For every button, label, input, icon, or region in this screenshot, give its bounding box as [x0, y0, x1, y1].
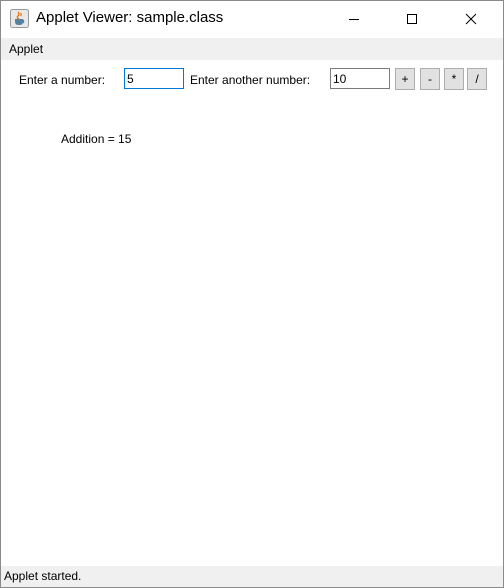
maximize-button[interactable]	[389, 1, 435, 36]
applet-viewer-window: Applet Viewer: sample.class Applet Enter…	[0, 0, 504, 588]
first-number-label: Enter a number:	[19, 73, 106, 87]
subtract-button[interactable]: -	[420, 68, 440, 90]
second-number-field[interactable]	[330, 68, 390, 89]
java-cup-icon[interactable]	[10, 9, 29, 28]
status-text: Applet started.	[4, 569, 82, 583]
second-number-label: Enter another number:	[190, 73, 311, 87]
minimize-button[interactable]	[331, 1, 377, 36]
menu-applet[interactable]: Applet	[9, 42, 43, 56]
window-title: Applet Viewer: sample.class	[36, 9, 224, 26]
minimize-icon	[349, 18, 359, 20]
applet-panel: Enter a number: Enter another number: + …	[1, 60, 503, 566]
first-number-field[interactable]	[124, 68, 184, 89]
status-bar: Applet started.	[1, 566, 503, 587]
close-icon	[465, 13, 477, 24]
multiply-button[interactable]: *	[444, 68, 464, 90]
divide-button[interactable]: /	[467, 68, 487, 90]
close-button[interactable]	[448, 1, 494, 36]
menu-bar: Applet	[1, 38, 503, 60]
title-bar[interactable]: Applet Viewer: sample.class	[1, 1, 503, 37]
result-text: Addition = 15	[61, 132, 132, 146]
add-button[interactable]: +	[395, 68, 415, 90]
maximize-icon	[407, 13, 417, 24]
